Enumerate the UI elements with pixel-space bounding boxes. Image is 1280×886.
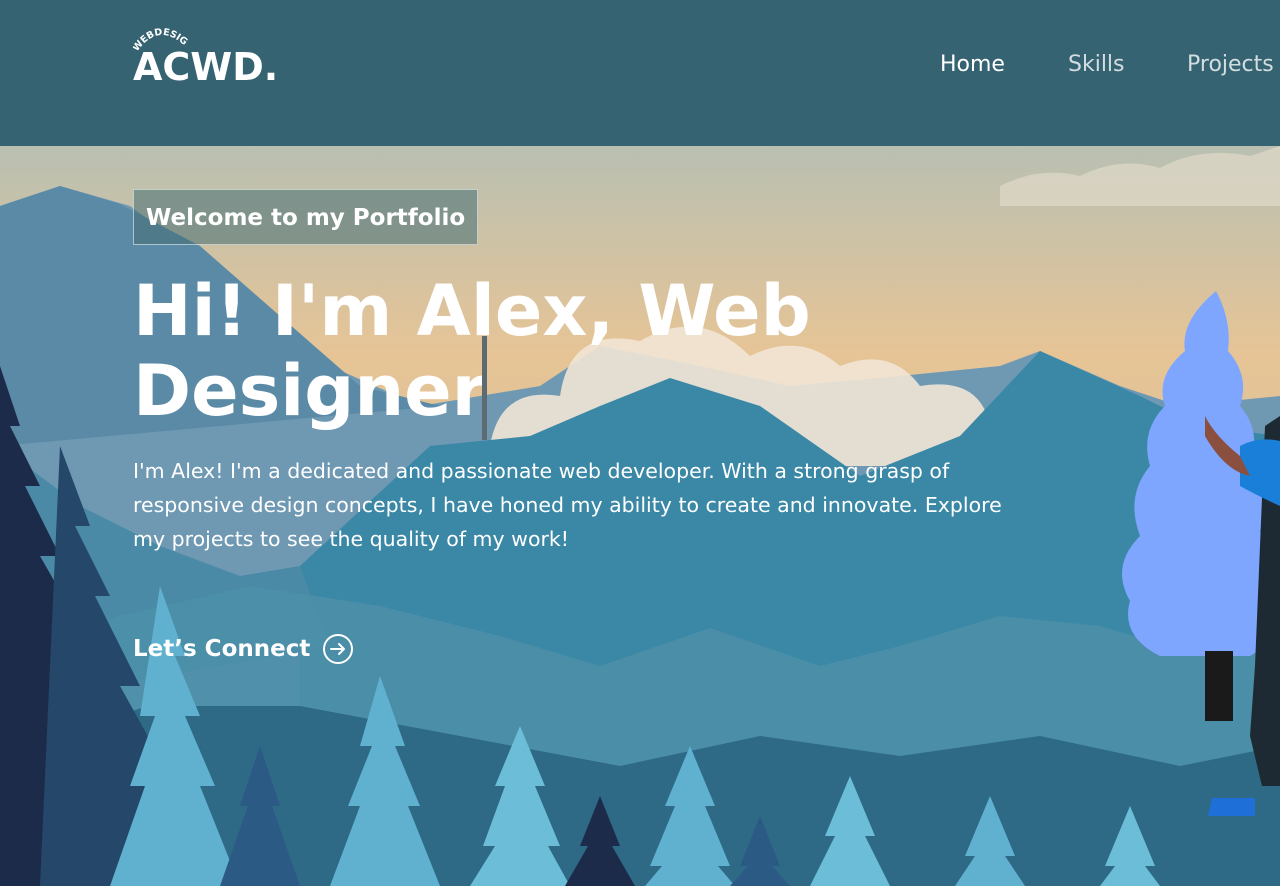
lets-connect-label: Let’s Connect: [133, 636, 311, 662]
person-shoe: [1208, 798, 1255, 816]
arrow-right-circle-icon: [323, 634, 354, 664]
navbar: WEBDESIGN ACWD. Home Skills Projects: [0, 0, 1280, 146]
nav-skills-link[interactable]: Skills: [1068, 52, 1125, 77]
typing-cursor: [482, 336, 487, 440]
main-nav: Home Skills Projects: [0, 52, 1280, 84]
tree-trunk: [1205, 651, 1233, 721]
tagline-badge: Welcome to my Portfolio: [133, 189, 479, 245]
nav-home-link[interactable]: Home: [940, 52, 1005, 77]
hero-section: Welcome to my Portfolio Hi! I'm Alex, We…: [0, 146, 1280, 886]
hero-headline: Hi! I'm Alex, Web Designer: [133, 270, 811, 432]
lets-connect-button[interactable]: Let’s Connect: [133, 632, 354, 666]
hero-intro: I'm Alex! I'm a dedicated and passionate…: [133, 459, 1002, 551]
nav-projects-link[interactable]: Projects: [1187, 52, 1274, 77]
